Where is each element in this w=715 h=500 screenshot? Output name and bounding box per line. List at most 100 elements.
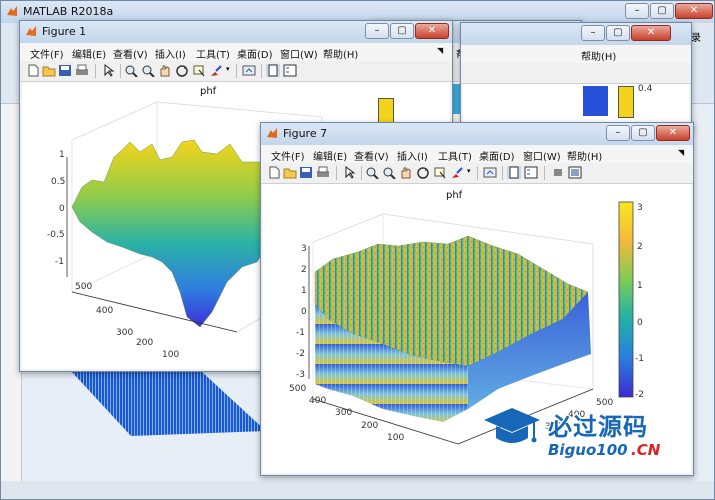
menubar-arrow-icon[interactable]: ◥: [678, 148, 684, 157]
open-file-icon[interactable]: [42, 64, 56, 77]
figure-1-title-bar: Figure 1 – ▢ ✕: [20, 21, 452, 43]
figure-7-z-tick: 3: [301, 244, 307, 254]
matlab-close-button[interactable]: ✕: [675, 3, 713, 19]
legend-toggle-icon[interactable]: [283, 64, 297, 77]
figure-7-maximize-button[interactable]: ▢: [631, 125, 655, 141]
hide-plot-tools-icon[interactable]: [551, 166, 565, 179]
figure-1-z-tick: -0.5: [47, 230, 65, 240]
matlab-logo-icon: [7, 6, 17, 16]
brush-dropdown-icon[interactable]: ▾: [226, 65, 230, 73]
menu-insert[interactable]: 插入(I): [397, 148, 428, 163]
zoom-out-icon[interactable]: [382, 166, 396, 179]
figure-7-title-bar: Figure 7 – ▢ ✕: [261, 123, 693, 145]
figure-b-toolbar: [461, 63, 691, 84]
figure-7-colorbar-tick: 2: [637, 242, 643, 252]
matlab-title: MATLAB R2018a: [23, 5, 114, 18]
menu-window[interactable]: 窗口(W): [523, 148, 561, 163]
figure-b-colorbar: [618, 86, 634, 118]
menu-window[interactable]: 窗口(W): [280, 46, 318, 61]
figure-b-surface: [583, 86, 608, 116]
pointer-icon[interactable]: [343, 166, 357, 179]
menu-file[interactable]: 文件(F): [271, 148, 305, 163]
watermark-sub: Biguo100: [548, 441, 628, 459]
menu-help[interactable]: 帮助(H): [567, 148, 602, 163]
brush-icon[interactable]: [450, 166, 464, 179]
colorbar-toggle-icon[interactable]: [507, 166, 521, 179]
menu-tools[interactable]: 工具(T): [196, 46, 230, 61]
matlab-logo-icon: [267, 128, 277, 138]
figure-1-minimize-button[interactable]: –: [365, 23, 389, 39]
menu-view[interactable]: 查看(V): [354, 148, 389, 163]
figure-b-minimize-button[interactable]: –: [581, 25, 605, 41]
new-figure-icon[interactable]: [26, 64, 40, 77]
figure-7-y-tick: 500: [289, 384, 307, 394]
figure-7-close-button[interactable]: ✕: [656, 125, 690, 141]
menu-desktop[interactable]: 桌面(D): [479, 148, 515, 163]
figure-7-y-tick: 300: [335, 408, 353, 418]
legend-toggle-icon[interactable]: [524, 166, 538, 179]
toolbar-separator: [95, 64, 96, 78]
data-cursor-icon[interactable]: [192, 64, 206, 77]
toolbar-separator: [544, 166, 545, 180]
data-cursor-icon[interactable]: [433, 166, 447, 179]
toolbar-separator: [336, 166, 337, 180]
figure-7-colorbar-tick: -2: [635, 390, 644, 400]
figure-1-y-tick: 500: [75, 282, 93, 292]
matlab-logo-icon: [26, 26, 36, 36]
figure-7-colorbar-tick: 0: [637, 318, 643, 328]
figure-b-colorbar-tick: 0.4: [638, 84, 653, 94]
show-plot-tools-icon[interactable]: [568, 166, 582, 179]
figure-7-toolbar: ▾: [261, 163, 693, 184]
toolbar-separator: [120, 64, 121, 78]
brush-icon[interactable]: [209, 64, 223, 77]
menu-edit[interactable]: 编辑(E): [313, 148, 347, 163]
rotate-3d-icon[interactable]: [175, 64, 189, 77]
menu-insert[interactable]: 插入(I): [155, 46, 186, 61]
menu-desktop[interactable]: 桌面(D): [237, 46, 273, 61]
pointer-icon[interactable]: [102, 64, 116, 77]
pan-hand-icon[interactable]: [158, 64, 172, 77]
colorbar-toggle-icon[interactable]: [266, 64, 280, 77]
link-plot-icon[interactable]: [242, 64, 256, 77]
open-file-icon[interactable]: [283, 166, 297, 179]
matlab-minimize-button[interactable]: –: [625, 3, 649, 19]
new-figure-icon[interactable]: [267, 166, 281, 179]
link-plot-icon[interactable]: [483, 166, 497, 179]
zoom-out-icon[interactable]: [141, 64, 155, 77]
figure-7-z-tick: -3: [296, 370, 305, 380]
figure-1-toolbar: ▾: [20, 61, 452, 82]
figure-b-close-button[interactable]: ✕: [631, 25, 671, 41]
background-figure-window-b[interactable]: – ▢ ✕ 帮助(H) 0.4: [460, 22, 692, 134]
figure-1-y-tick: 200: [136, 338, 154, 348]
print-icon[interactable]: [75, 64, 89, 77]
brush-dropdown-icon[interactable]: ▾: [467, 167, 471, 175]
figure-7-colorbar-tick: -1: [635, 354, 644, 364]
watermark-title: 必过源码: [548, 413, 648, 441]
figure-1-y-tick: 300: [116, 328, 134, 338]
figure-1-maximize-button[interactable]: ▢: [390, 23, 414, 39]
watermark-domain: .CN: [631, 441, 661, 459]
figure-1-close-button[interactable]: ✕: [415, 23, 449, 39]
menu-file[interactable]: 文件(F): [30, 46, 64, 61]
menu-tools[interactable]: 工具(T): [438, 148, 472, 163]
save-icon[interactable]: [299, 166, 313, 179]
figure-7-minimize-button[interactable]: –: [606, 125, 630, 141]
background-plot: [71, 371, 266, 436]
pan-hand-icon[interactable]: [399, 166, 413, 179]
menu-help[interactable]: 帮助(H): [323, 46, 358, 61]
figure-1-y-tick: 400: [96, 306, 114, 316]
figure-b-maximize-button[interactable]: ▢: [606, 25, 630, 41]
menu-help[interactable]: 帮助(H): [581, 48, 616, 63]
toolbar-separator: [502, 166, 503, 180]
menubar-arrow-icon[interactable]: ◥: [437, 46, 443, 55]
menu-edit[interactable]: 编辑(E): [72, 46, 106, 61]
save-icon[interactable]: [58, 64, 72, 77]
zoom-in-icon[interactable]: [365, 166, 379, 179]
zoom-in-icon[interactable]: [124, 64, 138, 77]
print-icon[interactable]: [316, 166, 330, 179]
rotate-3d-icon[interactable]: [416, 166, 430, 179]
menu-view[interactable]: 查看(V): [113, 46, 148, 61]
matlab-maximize-button[interactable]: ▢: [650, 3, 674, 19]
graduation-cap-icon: [484, 408, 540, 443]
toolbar-separator: [361, 166, 362, 180]
